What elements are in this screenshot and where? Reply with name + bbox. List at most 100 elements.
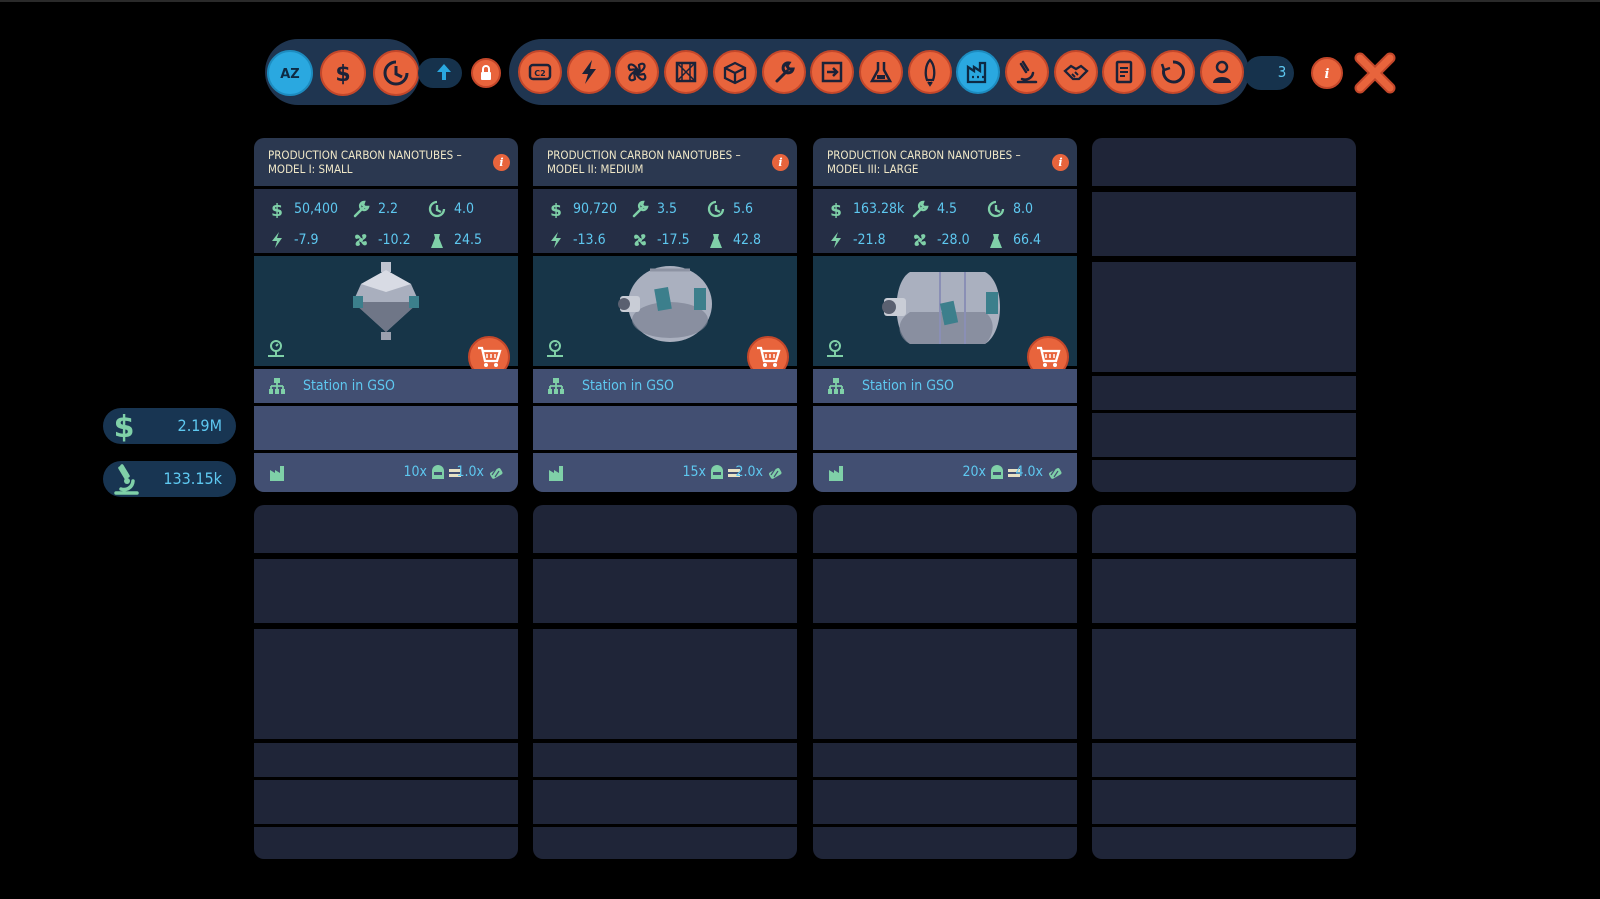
- nanotube-icon: [769, 468, 782, 479]
- empty-slot-segment: [533, 743, 797, 777]
- mass-icon: [431, 234, 443, 248]
- efficiency-value: 2.0x: [735, 464, 763, 480]
- factory-icon: [270, 466, 284, 481]
- svg-text:AZ: AZ: [280, 67, 300, 82]
- category-structure-button[interactable]: [664, 50, 709, 94]
- power-stat-value: -7.9: [294, 232, 319, 248]
- mass-icon: [710, 234, 722, 248]
- empty-slot-segment: [533, 559, 797, 623]
- maintenance-stat-value: 4.5: [937, 201, 958, 217]
- category-power-button[interactable]: [566, 50, 611, 94]
- dollar-icon: $: [550, 201, 562, 218]
- nanotube-icon: [1049, 468, 1062, 479]
- lightning-icon: [272, 232, 282, 248]
- empty-slot-segment: [1092, 192, 1356, 256]
- info-icon[interactable]: i: [493, 154, 510, 171]
- category-crew-button[interactable]: [1199, 50, 1244, 94]
- sort-duration-button[interactable]: [373, 50, 419, 96]
- maintenance-stat-value: 2.2: [378, 201, 399, 217]
- card-header: PRODUCTION CARBON NANOTUBES – MODEL III:…: [813, 138, 1077, 186]
- arrow-up-icon[interactable]: [432, 60, 456, 84]
- lock-icon: [481, 65, 491, 80]
- info-icon[interactable]: i: [1052, 154, 1069, 171]
- card-title: PRODUCTION CARBON NANOTUBES – MODEL II: …: [547, 148, 741, 176]
- result-count: 3: [1277, 63, 1287, 81]
- price-stat-value: 50,400: [294, 201, 339, 217]
- module-card[interactable]: PRODUCTION CARBON NANOTUBES – MODEL I: S…: [254, 138, 518, 492]
- svg-text:$: $: [550, 201, 562, 218]
- category-laboratory-button[interactable]: [858, 50, 903, 94]
- category-research-button[interactable]: [1005, 50, 1049, 94]
- wrench-icon: [912, 200, 929, 218]
- empty-slot-segment: [254, 559, 518, 623]
- empty-slot-segment: [254, 505, 518, 553]
- module-card[interactable]: PRODUCTION CARBON NANOTUBES – MODEL III:…: [813, 138, 1077, 492]
- lightning-icon: [551, 232, 561, 248]
- svg-text:C2: C2: [534, 69, 545, 78]
- cart-icon: [1037, 346, 1061, 367]
- clock-icon: [428, 200, 446, 218]
- price-stat-value: 90,720: [573, 201, 618, 217]
- dock-icon: [821, 61, 843, 83]
- clock-icon: [383, 60, 409, 86]
- category-propulsion-button[interactable]: [907, 50, 952, 94]
- lock-button[interactable]: [471, 58, 501, 88]
- card-blank-row: [813, 406, 1077, 450]
- category-docking-button[interactable]: [810, 50, 855, 94]
- empty-slot-segment: [533, 629, 797, 739]
- location-label: Station in GSO: [862, 378, 954, 394]
- empty-slot-segment: [1092, 505, 1356, 553]
- card-title: PRODUCTION CARBON NANOTUBES – MODEL III:…: [827, 148, 1021, 176]
- flask-icon: [869, 62, 892, 83]
- fan-icon: [628, 62, 647, 82]
- empty-slot-segment: [1092, 827, 1356, 859]
- category-maintenance-button[interactable]: [761, 50, 806, 94]
- ventilation-stat-value: -28.0: [937, 232, 970, 248]
- category-storage-button[interactable]: [712, 50, 757, 94]
- svg-text:$: $: [114, 410, 135, 444]
- location-label: Station in GSO: [582, 378, 674, 394]
- svg-text:$: $: [271, 201, 283, 218]
- sort-alphabetical-button[interactable]: AZ: [267, 50, 313, 96]
- top-border: [0, 0, 1600, 2]
- card-stats: $163.28k 4.5 8.0 -21.8 -28.0 66.4: [813, 189, 1077, 253]
- mass-stat-value: 66.4: [1013, 232, 1042, 248]
- category-production-button[interactable]: [956, 50, 1001, 94]
- fan-icon: [914, 234, 926, 246]
- maintenance-stat-value: 3.5: [657, 201, 678, 217]
- empty-slot-segment: [533, 780, 797, 824]
- nanotube-icon: [490, 468, 503, 479]
- card-stats: $90,720 3.5 5.6 -13.6 -17.5 42.8: [533, 189, 797, 253]
- mass-stat-value: 42.8: [733, 232, 762, 248]
- orbit-icon: [827, 340, 843, 357]
- build-time-stat-value: 4.0: [454, 201, 475, 217]
- help-button[interactable]: i: [1311, 57, 1343, 89]
- empty-slot-segment: [813, 505, 1077, 553]
- card-footer: 20x 4.0x: [813, 453, 1077, 492]
- lightning-icon: [581, 60, 596, 84]
- empty-slot-segment: [1092, 413, 1356, 457]
- empty-slot-segment: [1092, 376, 1356, 410]
- svg-text:i: i: [1325, 67, 1330, 82]
- lightning-icon: [831, 232, 841, 248]
- money-counter: $ 2.19M: [103, 408, 236, 444]
- info-icon[interactable]: i: [772, 154, 789, 171]
- category-trade-button[interactable]: [1053, 50, 1098, 94]
- empty-slot-segment: [813, 559, 1077, 623]
- empty-slot-segment: [813, 743, 1077, 777]
- sort-price-button[interactable]: $: [320, 50, 366, 96]
- research-counter: 133.15k: [103, 461, 236, 497]
- power-stat-value: -21.8: [853, 232, 886, 248]
- module-image: [882, 272, 1000, 344]
- empty-slot-segment: [1092, 138, 1356, 186]
- category-co2-button[interactable]: C2: [518, 50, 562, 94]
- clock-icon: [707, 200, 725, 218]
- microscope-icon: [114, 464, 139, 495]
- close-icon[interactable]: [1352, 50, 1398, 96]
- microscope-icon: [1016, 60, 1038, 84]
- clock-icon: [987, 200, 1005, 218]
- category-recycling-button[interactable]: [1151, 50, 1196, 94]
- empty-slot-segment: [1092, 262, 1356, 372]
- empty-slot-segment: [254, 827, 518, 859]
- module-card[interactable]: PRODUCTION CARBON NANOTUBES – MODEL II: …: [533, 138, 797, 492]
